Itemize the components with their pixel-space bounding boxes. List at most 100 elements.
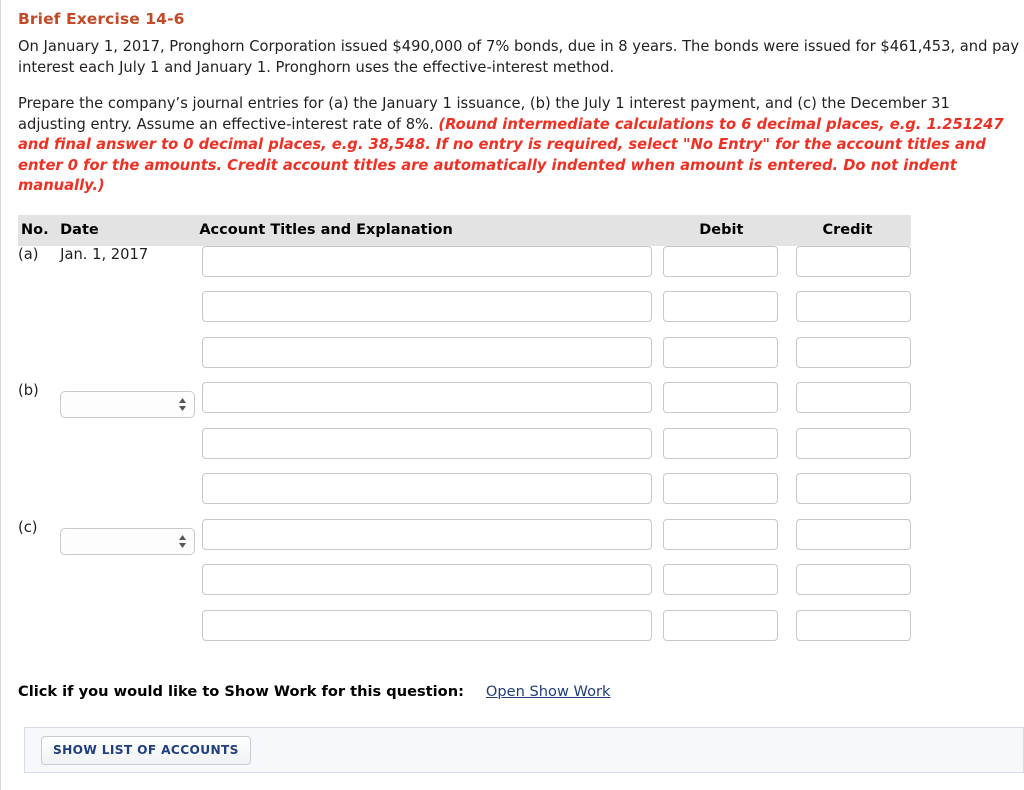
account-cell (199, 382, 658, 428)
account-title-input[interactable] (202, 427, 653, 459)
debit-input[interactable] (662, 245, 778, 277)
debit-input[interactable] (662, 518, 778, 550)
credit-cell (784, 427, 911, 474)
credit-input[interactable] (795, 245, 911, 277)
show-work-label: Click if you would like to Show Work for… (18, 683, 464, 700)
credit-input[interactable] (795, 291, 911, 322)
debit-input[interactable] (662, 564, 778, 595)
row-date-cell-empty (60, 610, 199, 656)
journal-entry-table: No. Date Account Titles and Explanation … (18, 214, 911, 656)
row-number-cell (18, 428, 60, 474)
credit-input[interactable] (795, 609, 911, 641)
debit-cell (659, 291, 784, 337)
row-number-cell (18, 473, 60, 519)
account-cell (199, 473, 658, 519)
account-title-input[interactable] (202, 245, 653, 277)
table-row (18, 291, 911, 337)
row-number-cell (18, 291, 60, 337)
credit-cell (784, 609, 911, 656)
row-number-cell (18, 337, 60, 383)
account-cell (199, 609, 658, 656)
row-number-cell (18, 564, 60, 610)
credit-cell (784, 382, 911, 428)
account-cell (199, 518, 658, 565)
debit-input[interactable] (662, 291, 778, 322)
credit-input[interactable] (795, 336, 911, 368)
column-header-debit: Debit (658, 214, 784, 246)
debit-cell (659, 245, 784, 292)
row-date-cell-empty (60, 291, 199, 337)
debit-cell (659, 564, 784, 610)
debit-cell (659, 518, 784, 565)
column-header-no: No. (18, 214, 61, 246)
column-header-credit: Credit (783, 214, 911, 246)
row-date-cell-empty (60, 337, 199, 383)
debit-cell (659, 336, 784, 383)
journal-table-header: No. Date Account Titles and Explanation … (18, 214, 911, 246)
row-date-cell (60, 519, 199, 565)
debit-input[interactable] (662, 609, 778, 641)
open-show-work-link[interactable]: Open Show Work (486, 683, 611, 700)
table-row (18, 427, 911, 474)
accounts-panel: SHOW LIST OF ACCOUNTS (24, 727, 1024, 773)
journal-table-body: (a) Jan. 1, 2017 (b) (c) (18, 245, 911, 656)
account-title-input[interactable] (202, 564, 653, 595)
date-select[interactable] (60, 527, 196, 555)
debit-input[interactable] (662, 336, 778, 368)
problem-statement-paragraph: On January 1, 2017, Pronghorn Corporatio… (18, 38, 1020, 76)
row-number-cell: (a) (18, 245, 39, 263)
debit-input[interactable] (662, 427, 778, 459)
debit-cell (659, 382, 784, 428)
row-number-cell: (c) (18, 518, 38, 536)
table-row (18, 473, 911, 519)
exercise-page: Brief Exercise 14-6 On January 1, 2017, … (0, 0, 1024, 790)
row-date-text: Jan. 1, 2017 (60, 245, 149, 263)
journal-header-row: No. Date Account Titles and Explanation … (18, 214, 911, 246)
row-date-cell-empty (60, 473, 199, 519)
account-cell (199, 427, 658, 474)
debit-input[interactable] (662, 382, 778, 413)
account-title-input[interactable] (202, 609, 653, 641)
page-title: Brief Exercise 14-6 (18, 10, 185, 28)
account-cell (199, 245, 658, 292)
credit-cell (784, 245, 911, 292)
table-row (18, 609, 911, 656)
account-title-input[interactable] (202, 336, 653, 368)
table-row: (b) (18, 382, 911, 428)
table-row: (c) (18, 518, 911, 565)
credit-cell (784, 291, 911, 337)
credit-cell (784, 518, 911, 565)
account-title-input[interactable] (202, 291, 653, 322)
date-select-wrapper (60, 527, 196, 555)
debit-input[interactable] (662, 473, 778, 504)
credit-cell (784, 564, 911, 610)
table-row (18, 564, 911, 610)
credit-input[interactable] (795, 564, 911, 595)
row-number-cell: (b) (18, 382, 39, 399)
account-cell (199, 291, 658, 337)
row-date-cell (60, 382, 199, 428)
column-header-date: Date (60, 214, 200, 246)
date-select[interactable] (60, 391, 196, 418)
account-title-input[interactable] (202, 473, 653, 504)
debit-cell (659, 427, 784, 474)
debit-cell (659, 473, 784, 519)
credit-input[interactable] (795, 382, 911, 413)
account-title-input[interactable] (202, 382, 653, 413)
table-row (18, 336, 911, 383)
account-cell (199, 564, 658, 610)
row-number-cell (18, 610, 60, 656)
row-date-cell-empty (60, 564, 199, 610)
account-cell (199, 336, 658, 383)
show-list-of-accounts-button[interactable]: SHOW LIST OF ACCOUNTS (41, 735, 251, 765)
credit-input[interactable] (795, 518, 911, 550)
date-select-wrapper (60, 391, 196, 418)
credit-input[interactable] (795, 473, 911, 504)
column-header-account: Account Titles and Explanation (199, 214, 659, 246)
credit-input[interactable] (795, 427, 911, 459)
debit-cell (659, 609, 784, 656)
account-title-input[interactable] (202, 518, 653, 550)
show-work-row: Click if you would like to Show Work for… (18, 683, 1024, 700)
credit-cell (784, 473, 911, 519)
credit-cell (784, 336, 911, 383)
